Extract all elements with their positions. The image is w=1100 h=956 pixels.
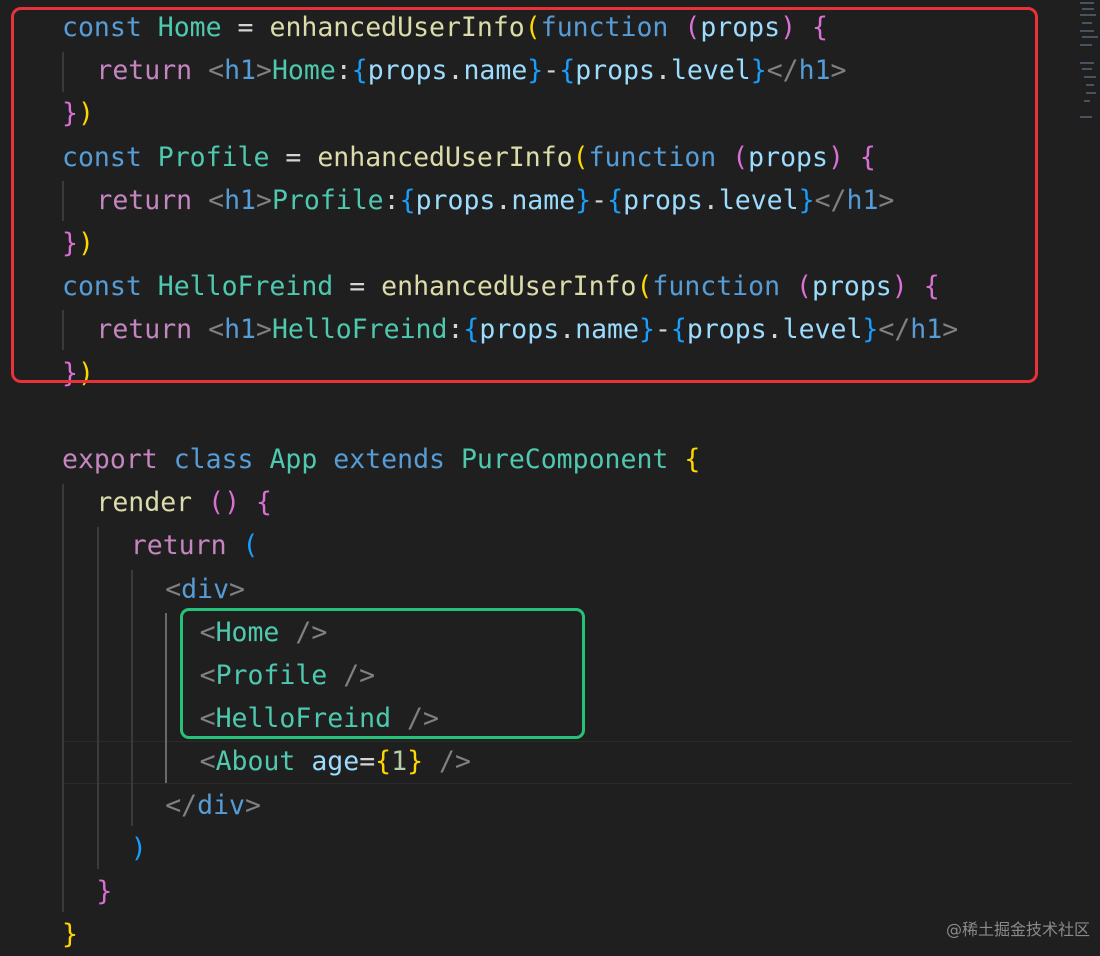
code-editor[interactable]: const Home = enhancedUserInfo(function (…	[0, 0, 1100, 950]
minimap[interactable]	[1076, 0, 1100, 130]
code-line[interactable]: }	[62, 913, 78, 956]
watermark: @稀土掘金技术社区	[945, 920, 1090, 939]
red-highlight-box	[11, 7, 1038, 383]
code-line[interactable]: )	[131, 827, 147, 870]
indent-guide-active	[165, 613, 167, 783]
code-line[interactable]: }	[96, 870, 112, 913]
code-line[interactable]: export class App extends PureComponent {	[62, 438, 700, 481]
code-line[interactable]: <div>	[165, 568, 245, 611]
indent-guide	[97, 527, 99, 869]
code-line[interactable]: <About age={1} />	[200, 740, 471, 783]
indent-guide	[131, 570, 133, 826]
green-highlight-box	[180, 608, 585, 739]
code-line[interactable]: return (	[131, 524, 259, 567]
indent-guide	[62, 484, 64, 912]
code-line[interactable]: </div>	[165, 784, 261, 827]
code-line[interactable]: render () {	[96, 481, 272, 524]
